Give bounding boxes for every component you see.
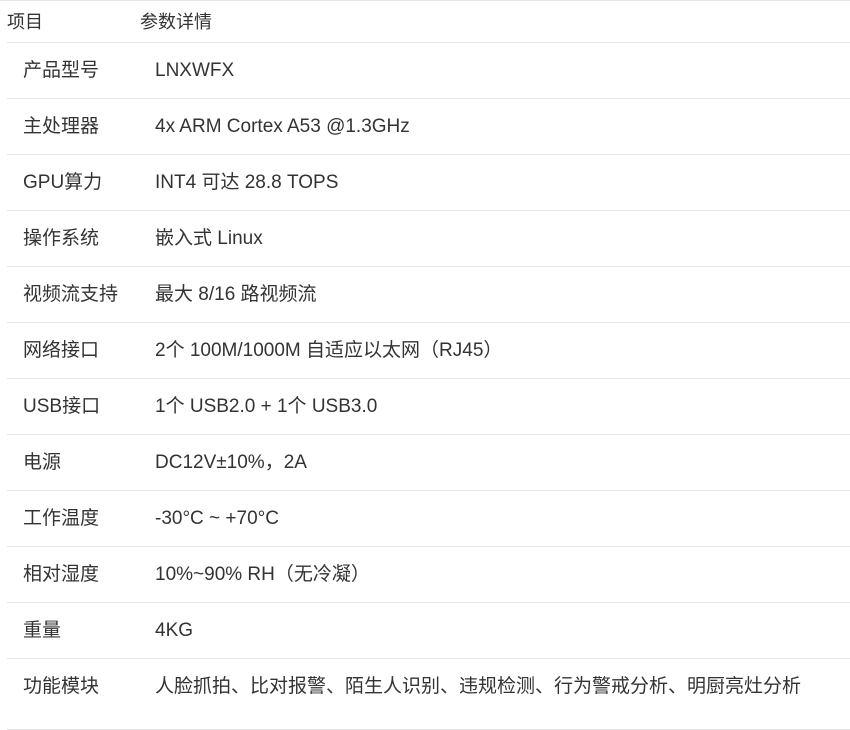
header-detail: 参数详情 — [140, 12, 212, 32]
row-value: 人脸抓拍、比对报警、陌生人识别、违规检测、行为警戒分析、明厨亮灶分析 — [155, 676, 802, 697]
table-row: 功能模块 人脸抓拍、比对报警、陌生人识别、违规检测、行为警戒分析、明厨亮灶分析 — [7, 659, 850, 730]
row-value: 嵌入式 Linux — [155, 228, 263, 249]
row-value: 4KG — [155, 620, 194, 641]
row-label: 主处理器 — [23, 116, 100, 137]
row-label: 相对湿度 — [23, 564, 100, 585]
table-row: 操作系统 嵌入式 Linux — [7, 211, 850, 267]
row-label: 网络接口 — [23, 340, 100, 361]
row-value: 最大 8/16 路视频流 — [155, 284, 317, 305]
row-value: 1个 USB2.0 + 1个 USB3.0 — [155, 396, 378, 417]
table-header-row: 项目 参数详情 — [7, 1, 850, 43]
row-value: 2个 100M/1000M 自适应以太网（RJ45） — [155, 340, 503, 361]
row-value: LNXWFX — [155, 60, 235, 81]
table-row: 重量 4KG — [7, 603, 850, 659]
table-row: USB接口 1个 USB2.0 + 1个 USB3.0 — [7, 379, 850, 435]
row-label: 工作温度 — [23, 508, 100, 529]
table-row: 相对湿度 10%~90% RH（无冷凝） — [7, 547, 850, 603]
table-row: 主处理器 4x ARM Cortex A53 @1.3GHz — [7, 99, 850, 155]
row-value: DC12V±10%，2A — [155, 452, 307, 473]
row-label: USB接口 — [23, 396, 101, 417]
row-label: 电源 — [23, 452, 62, 473]
row-label: 产品型号 — [23, 60, 100, 81]
header-item: 项目 — [7, 12, 43, 32]
table-row: 产品型号 LNXWFX — [7, 43, 850, 99]
row-label: 功能模块 — [23, 676, 100, 697]
table-row: 工作温度 -30°C ~ +70°C — [7, 491, 850, 547]
row-label: 重量 — [23, 620, 62, 641]
row-label: 视频流支持 — [23, 284, 119, 305]
table-row: 网络接口 2个 100M/1000M 自适应以太网（RJ45） — [7, 323, 850, 379]
row-value: 10%~90% RH（无冷凝） — [155, 564, 370, 585]
row-value: -30°C ~ +70°C — [155, 508, 279, 529]
row-value: 4x ARM Cortex A53 @1.3GHz — [155, 116, 410, 137]
row-label: GPU算力 — [23, 172, 103, 193]
table-row: 电源 DC12V±10%，2A — [7, 435, 850, 491]
table-row: GPU算力 INT4 可达 28.8 TOPS — [7, 155, 850, 211]
row-value: INT4 可达 28.8 TOPS — [155, 172, 339, 193]
row-label: 操作系统 — [23, 228, 100, 249]
table-row: 视频流支持 最大 8/16 路视频流 — [7, 267, 850, 323]
spec-table: 项目 参数详情 产品型号 LNXWFX 主处理器 4x ARM Cortex A… — [0, 0, 850, 730]
